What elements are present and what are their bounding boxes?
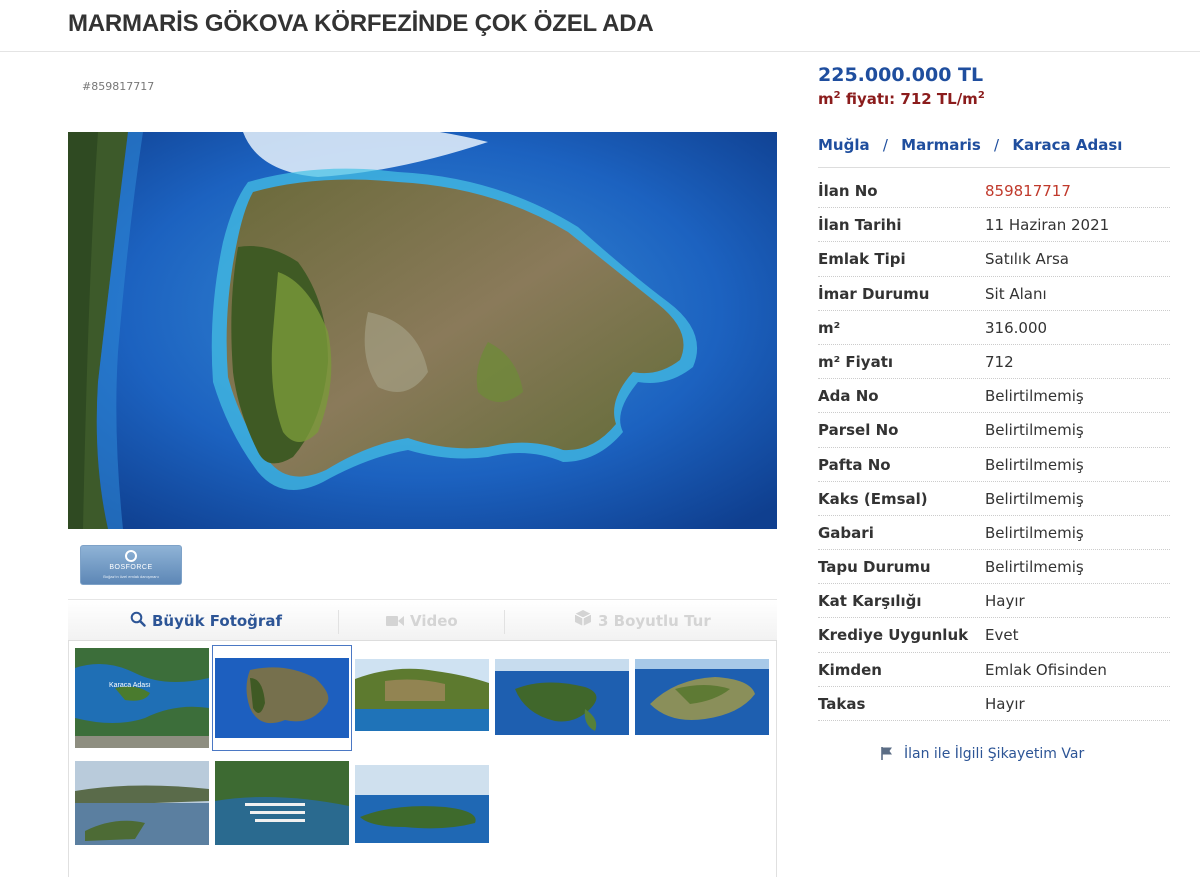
complaint-link-label: İlan ile İlgili Şikayetim Var xyxy=(904,746,1085,762)
tab-divider xyxy=(504,610,505,634)
detail-row: m² Fiyatı 712 xyxy=(818,345,1170,380)
price: 225.000.000 TL xyxy=(818,64,984,86)
media-tabs: Büyük Fotoğraf Video 3 Boyutlu Tur xyxy=(68,599,777,641)
detail-label: İlan Tarihi xyxy=(818,216,902,235)
breadcrumb-neighborhood[interactable]: Karaca Adası xyxy=(1012,136,1122,154)
page-title: MARMARİS GÖKOVA KÖRFEZİNDE ÇOK ÖZEL ADA xyxy=(68,10,654,37)
detail-label: Takas xyxy=(818,694,866,713)
detail-row: Gabari Belirtilmemiş xyxy=(818,516,1170,551)
tab-big-photo-label: Büyük Fotoğraf xyxy=(152,612,282,630)
m2-price-sup: 2 xyxy=(833,90,841,101)
detail-row: Takas Hayır xyxy=(818,687,1170,721)
detail-label: Tapu Durumu xyxy=(818,558,931,577)
detail-value: Hayır xyxy=(985,694,1025,713)
detail-value: Belirtilmemiş xyxy=(985,489,1084,508)
detail-value: Evet xyxy=(985,626,1019,645)
detail-label: Parsel No xyxy=(818,421,899,440)
logo-mark-icon xyxy=(125,550,137,562)
detail-value: 316.000 xyxy=(985,318,1048,337)
detail-row: Emlak Tipi Satılık Arsa xyxy=(818,242,1170,277)
detail-value: Emlak Ofisinden xyxy=(985,660,1107,679)
tab-video-label: Video xyxy=(410,612,458,630)
logo-tagline: Boğaz'ın özel emlak danışmanı xyxy=(103,574,159,579)
divider xyxy=(818,167,1170,168)
tab-3d-tour[interactable]: 3 Boyutlu Tur xyxy=(574,600,711,642)
detail-value: Satılık Arsa xyxy=(985,250,1069,269)
detail-row: Pafta No Belirtilmemiş xyxy=(818,448,1170,482)
detail-row: İlan No 859817717 xyxy=(818,174,1170,209)
breadcrumb: Muğla / Marmaris / Karaca Adası xyxy=(818,136,1122,154)
detail-value: 712 xyxy=(985,352,1014,371)
detail-label: m² Fiyatı xyxy=(818,352,894,371)
detail-row: Krediye Uygunluk Evet xyxy=(818,618,1170,653)
logo-name: BOSFORCE xyxy=(109,564,153,571)
search-icon xyxy=(130,601,146,643)
tab-big-photo[interactable]: Büyük Fotoğraf xyxy=(130,600,282,642)
detail-value: Hayır xyxy=(985,592,1025,611)
detail-row: Kaks (Emsal) Belirtilmemiş xyxy=(818,482,1170,516)
detail-label: Kat Karşılığı xyxy=(818,592,922,611)
video-camera-icon xyxy=(386,601,404,643)
detail-row: Parsel No Belirtilmemiş xyxy=(818,413,1170,448)
detail-label: İlan No xyxy=(818,182,878,200)
breadcrumb-separator: / xyxy=(882,136,888,154)
thumbnail-8[interactable] xyxy=(355,765,489,843)
detail-row: İlan Tarihi 11 Haziran 2021 xyxy=(818,208,1170,243)
detail-label: Ada No xyxy=(818,387,879,406)
thumbnail-4[interactable] xyxy=(495,659,629,735)
detail-value: Belirtilmemiş xyxy=(985,455,1084,474)
m2-price-unit: m xyxy=(818,90,834,108)
thumbnail-3[interactable] xyxy=(355,659,489,731)
detail-label: Pafta No xyxy=(818,455,891,474)
detail-value: 11 Haziran 2021 xyxy=(985,216,1110,235)
island-aerial-image xyxy=(68,132,777,529)
detail-value: Belirtilmemiş xyxy=(985,558,1084,577)
detail-row: Tapu Durumu Belirtilmemiş xyxy=(818,550,1170,585)
detail-row: İmar Durumu Sit Alanı xyxy=(818,277,1170,311)
title-bar: MARMARİS GÖKOVA KÖRFEZİNDE ÇOK ÖZEL ADA xyxy=(0,0,1200,52)
detail-label: Emlak Tipi xyxy=(818,250,906,269)
detail-row: Kat Karşılığı Hayır xyxy=(818,584,1170,619)
main-photo[interactable] xyxy=(68,132,777,529)
breadcrumb-district[interactable]: Marmaris xyxy=(901,136,981,154)
thumbnail-5[interactable] xyxy=(635,659,769,735)
tab-divider xyxy=(338,610,339,634)
detail-row: Ada No Belirtilmemiş xyxy=(818,379,1170,414)
detail-value: Sit Alanı xyxy=(985,284,1047,303)
thumbnail-1[interactable]: Karaca Adası xyxy=(75,648,209,748)
thumbnail-7[interactable] xyxy=(215,761,349,845)
tab-3d-tour-label: 3 Boyutlu Tur xyxy=(598,612,711,630)
thumbnail-6[interactable] xyxy=(75,761,209,845)
detail-row: Kimden Emlak Ofisinden xyxy=(818,653,1170,687)
thumbnail-map-label: Karaca Adası xyxy=(109,682,151,689)
detail-label: Kimden xyxy=(818,660,882,679)
detail-label: Gabari xyxy=(818,523,874,542)
breadcrumb-separator: / xyxy=(994,136,1000,154)
detail-label: Krediye Uygunluk xyxy=(818,626,969,645)
complaint-link[interactable]: İlan ile İlgili Şikayetim Var xyxy=(880,746,1084,764)
detail-value: Belirtilmemiş xyxy=(985,523,1084,542)
detail-value: Belirtilmemiş xyxy=(985,421,1084,440)
detail-row: m² 316.000 xyxy=(818,311,1170,345)
detail-label: İmar Durumu xyxy=(818,284,930,303)
tab-video[interactable]: Video xyxy=(386,600,458,642)
cube-icon xyxy=(574,601,592,643)
agency-logo[interactable]: BOSFORCE Boğaz'ın özel emlak danışmanı xyxy=(80,545,182,585)
m2-price: m2 fiyatı: 712 TL/m2 xyxy=(818,90,985,108)
listing-id: #859817717 xyxy=(82,80,155,93)
thumbnail-gallery: Karaca Adası xyxy=(68,641,777,877)
breadcrumb-city[interactable]: Muğla xyxy=(818,136,870,154)
listing-details-table: İlan No 859817717 İlan Tarihi 11 Haziran 20… xyxy=(818,174,1170,721)
detail-value: 859817717 xyxy=(985,182,1071,200)
m2-price-text: fiyatı: 712 TL/m xyxy=(840,90,978,108)
detail-label: Kaks (Emsal) xyxy=(818,489,928,508)
m2-price-suffix-sup: 2 xyxy=(977,90,985,101)
flag-icon xyxy=(880,746,894,764)
detail-label: m² xyxy=(818,318,841,337)
thumbnail-2[interactable] xyxy=(212,645,352,751)
detail-value: Belirtilmemiş xyxy=(985,387,1084,406)
